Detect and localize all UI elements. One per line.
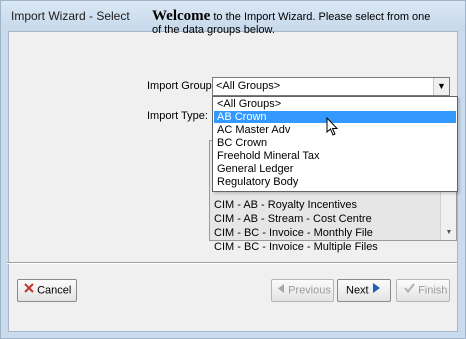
finish-button[interactable]: Finish	[396, 279, 450, 302]
left-arrow-icon	[278, 280, 285, 301]
cancel-button[interactable]: Cancel	[17, 279, 77, 302]
list-item[interactable]: CIM - AB - Stream - Cost Centre	[214, 212, 372, 227]
chevron-down-icon[interactable]: ▼	[433, 78, 449, 95]
mouse-pointer-icon	[326, 116, 340, 140]
checkmark-icon	[404, 280, 415, 301]
red-x-icon	[24, 280, 34, 301]
dropdown-option[interactable]: <All Groups>	[214, 98, 456, 110]
import-group-value: <All Groups>	[216, 80, 281, 92]
next-label: Next	[346, 284, 369, 297]
import-group-select[interactable]: <All Groups> ▼	[212, 77, 450, 96]
dropdown-option[interactable]: General Ledger	[214, 163, 456, 175]
list-item[interactable]: CIM - BC - Invoice - Multiple Files	[214, 240, 378, 255]
import-type-label: Import Type:	[147, 110, 208, 122]
next-button[interactable]: Next	[337, 279, 391, 302]
previous-label: Previous	[288, 284, 331, 297]
welcome-heading: Welcome	[152, 8, 211, 24]
welcome-text: Welcome to the Import Wizard. Please sel…	[152, 8, 442, 37]
previous-button[interactable]: Previous	[271, 279, 334, 302]
dropdown-option[interactable]: Freehold Mineral Tax	[214, 150, 456, 162]
list-item[interactable]: CIM - AB - Royalty Incentives	[214, 198, 357, 213]
window-title: Import Wizard - Select	[11, 9, 130, 23]
finish-label: Finish	[418, 284, 448, 297]
right-arrow-icon	[372, 280, 380, 301]
dropdown-option[interactable]: Regulatory Body	[214, 176, 456, 188]
scroll-down-icon[interactable]: ▼	[441, 229, 457, 236]
list-item[interactable]: CIM - BC - Invoice - Monthly File	[214, 226, 373, 241]
import-group-dropdown[interactable]: <All Groups> AB Crown AC Master Adv BC C…	[212, 96, 458, 192]
import-group-label: Import Group:	[147, 80, 215, 92]
footer-separator	[7, 262, 457, 264]
cancel-label: Cancel	[37, 284, 72, 297]
